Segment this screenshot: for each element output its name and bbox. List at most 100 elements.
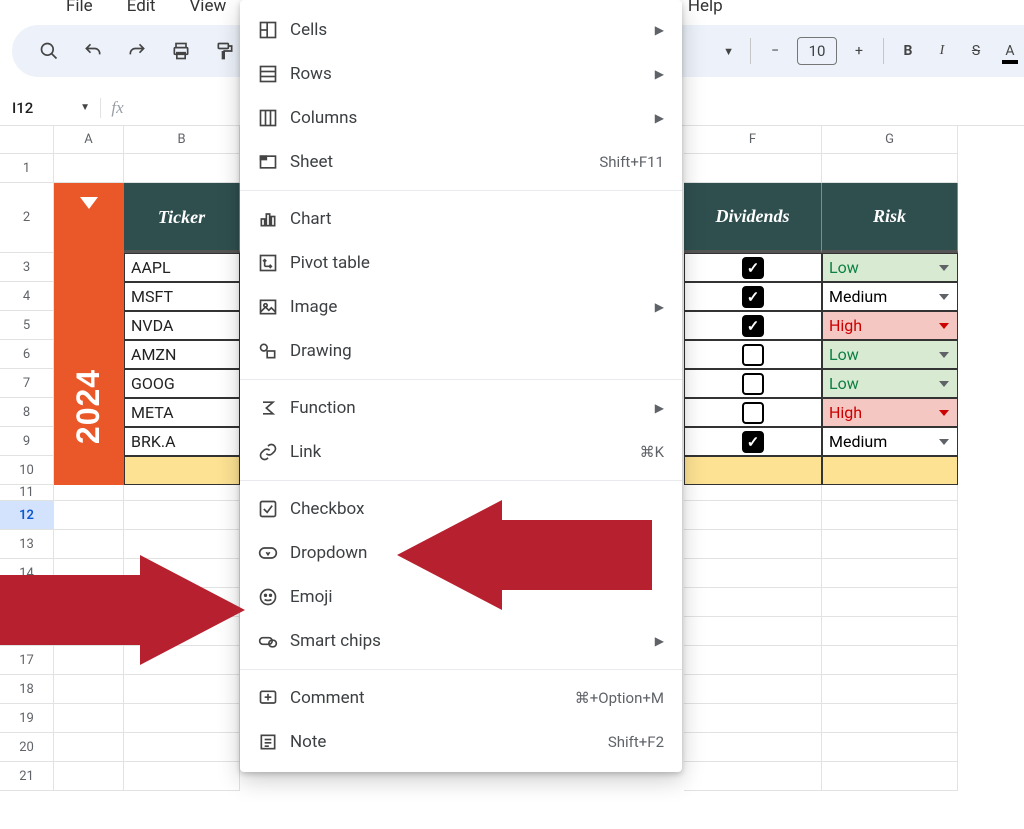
cell[interactable] (54, 762, 124, 791)
cell-risk[interactable] (822, 485, 958, 501)
cell-risk[interactable] (822, 501, 958, 530)
cell-dividends[interactable] (684, 559, 822, 588)
menu-view[interactable]: View (183, 0, 232, 20)
cell-risk[interactable] (822, 154, 958, 183)
row-header[interactable]: 18 (0, 675, 54, 704)
dropdown-arrow-icon[interactable] (939, 265, 949, 271)
cell-risk[interactable]: Low (822, 340, 958, 369)
cell-dividends[interactable] (684, 617, 822, 646)
header-risk[interactable]: Risk (822, 183, 958, 253)
row-header[interactable]: 8 (0, 398, 54, 427)
col-header-F[interactable]: F (684, 126, 822, 154)
col-header-B[interactable]: B (124, 126, 240, 154)
cell[interactable] (54, 485, 124, 501)
menu-item-comment[interactable]: Comment⌘+Option+M (240, 676, 682, 720)
cell-risk[interactable]: High (822, 311, 958, 340)
strikethrough-button[interactable]: S (962, 34, 990, 68)
cell-dividends[interactable] (684, 340, 822, 369)
cell-dividends[interactable] (684, 501, 822, 530)
cell-risk[interactable]: Medium (822, 427, 958, 456)
cell-dividends[interactable] (684, 733, 822, 762)
checkbox-icon[interactable]: ✓ (742, 431, 764, 453)
cell-risk[interactable] (822, 588, 958, 617)
filter-arrow-icon[interactable] (80, 197, 98, 209)
cell-dividends[interactable] (684, 588, 822, 617)
menu-item-chart[interactable]: Chart (240, 197, 682, 241)
cell-risk[interactable] (822, 456, 958, 485)
cell-dividends[interactable] (684, 154, 822, 183)
col-header-G[interactable]: G (822, 126, 958, 154)
cell[interactable]: NVDA (124, 311, 240, 340)
row-header[interactable]: 4 (0, 282, 54, 311)
row-header[interactable]: 11 (0, 485, 54, 501)
menu-item-columns[interactable]: Columns▶ (240, 96, 682, 140)
row-header[interactable]: 9 (0, 427, 54, 456)
row-header[interactable]: 2 (0, 183, 54, 253)
menu-item-pivot-table[interactable]: Pivot table (240, 241, 682, 285)
cell[interactable] (124, 456, 240, 485)
menu-item-rows[interactable]: Rows▶ (240, 52, 682, 96)
cell-dividends[interactable] (684, 704, 822, 733)
row-header[interactable]: 1 (0, 154, 54, 183)
header-dividends[interactable]: Dividends (684, 183, 822, 253)
row-header[interactable]: 5 (0, 311, 54, 340)
menu-item-link[interactable]: Link⌘K (240, 430, 682, 474)
cell-dividends[interactable] (684, 456, 822, 485)
cell[interactable] (124, 501, 240, 530)
row-header[interactable]: 12 (0, 501, 54, 530)
header-ticker[interactable]: Ticker (124, 183, 240, 253)
cell-dividends[interactable] (684, 646, 822, 675)
name-box-dropdown-icon[interactable]: ▼ (80, 102, 90, 113)
cell[interactable] (124, 154, 240, 183)
cell[interactable] (124, 733, 240, 762)
cell-dividends[interactable]: ✓ (684, 282, 822, 311)
menu-item-function[interactable]: Function▶ (240, 386, 682, 430)
checkbox-icon[interactable]: ✓ (742, 257, 764, 279)
font-size-input[interactable]: 10 (797, 37, 837, 65)
cell[interactable] (124, 675, 240, 704)
dropdown-arrow-icon[interactable] (939, 381, 949, 387)
cell-risk[interactable] (822, 762, 958, 791)
cell-risk[interactable] (822, 559, 958, 588)
dropdown-arrow-icon[interactable] (939, 439, 949, 445)
cell-risk[interactable]: Low (822, 369, 958, 398)
cell[interactable] (124, 762, 240, 791)
cell[interactable] (124, 704, 240, 733)
cell-risk[interactable] (822, 733, 958, 762)
cell-risk[interactable]: High (822, 398, 958, 427)
cell[interactable]: META (124, 398, 240, 427)
font-dropdown-icon[interactable]: ▼ (723, 45, 734, 58)
cell[interactable] (54, 501, 124, 530)
paint-format-icon[interactable] (208, 34, 242, 68)
cell-risk[interactable]: Low (822, 253, 958, 282)
menu-file[interactable]: File (60, 0, 99, 20)
undo-icon[interactable] (76, 34, 110, 68)
row-header[interactable]: 10 (0, 456, 54, 485)
text-color-button[interactable]: A (996, 34, 1024, 68)
cell[interactable] (124, 485, 240, 501)
menu-item-note[interactable]: NoteShift+F2 (240, 720, 682, 764)
row-header[interactable]: 6 (0, 340, 54, 369)
cell-risk[interactable] (822, 704, 958, 733)
row-header[interactable]: 19 (0, 704, 54, 733)
dropdown-arrow-icon[interactable] (939, 294, 949, 300)
menu-item-cells[interactable]: Cells▶ (240, 8, 682, 52)
italic-button[interactable]: I (928, 34, 956, 68)
col-header-A[interactable]: A (54, 126, 124, 154)
cell[interactable] (54, 733, 124, 762)
select-all-corner[interactable] (0, 126, 54, 154)
row-header[interactable]: 20 (0, 733, 54, 762)
row-header[interactable]: 7 (0, 369, 54, 398)
checkbox-icon[interactable]: ✓ (742, 286, 764, 308)
cell-dividends[interactable] (684, 485, 822, 501)
row-header[interactable]: 21 (0, 762, 54, 791)
search-icon[interactable] (32, 34, 66, 68)
cell-dividends[interactable]: ✓ (684, 311, 822, 340)
cell-dividends[interactable] (684, 398, 822, 427)
cell-risk[interactable] (822, 530, 958, 559)
menu-item-smart-chips[interactable]: Smart chips▶ (240, 619, 682, 663)
checkbox-icon[interactable] (742, 373, 764, 395)
redo-icon[interactable] (120, 34, 154, 68)
cell[interactable]: GOOG (124, 369, 240, 398)
cell[interactable]: AAPL (124, 253, 240, 282)
